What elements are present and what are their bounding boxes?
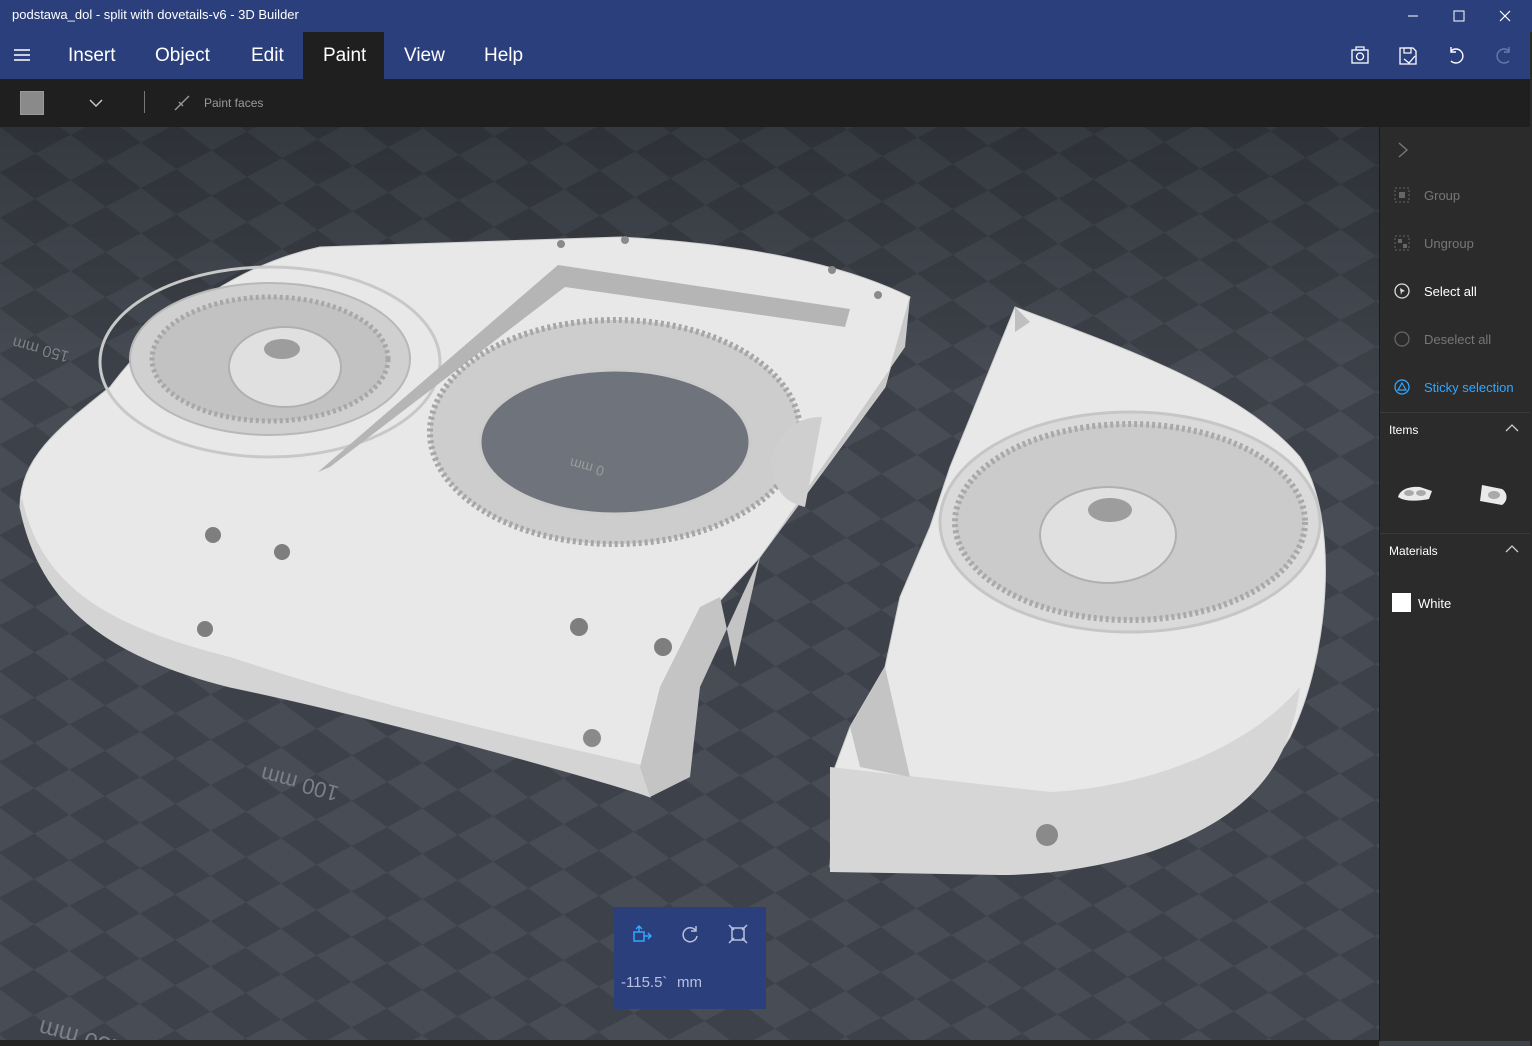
hamburger-menu-icon[interactable] [10, 45, 34, 65]
redo-icon[interactable] [1491, 43, 1517, 69]
item-thumbnail-right-part[interactable] [1472, 479, 1512, 509]
sticky-selection-toggle[interactable]: Sticky selection [1380, 364, 1531, 412]
paint-color-swatch[interactable] [20, 91, 44, 115]
deselect-all-icon [1394, 331, 1410, 347]
camera-snapshot-icon[interactable] [1347, 43, 1373, 69]
material-name: White [1418, 596, 1452, 611]
select-all-button[interactable]: Select all [1380, 268, 1531, 316]
window-title: podstawa_dol - split with dovetails-v6 -… [12, 7, 299, 22]
sticky-selection-label: Sticky selection [1424, 380, 1514, 395]
menu-object[interactable]: Object [135, 32, 230, 79]
chevron-up-icon [1505, 545, 1519, 553]
close-button[interactable] [1482, 0, 1528, 32]
select-all-icon [1394, 283, 1410, 299]
maximize-button[interactable] [1436, 0, 1482, 32]
ungroup-icon [1394, 235, 1410, 251]
group-icon [1394, 187, 1410, 203]
chevron-down-icon[interactable] [88, 95, 104, 111]
deselect-all-button[interactable]: Deselect all [1380, 316, 1531, 364]
transform-value-input[interactable]: -115.5` [621, 974, 667, 991]
paint-brush-icon[interactable] [172, 93, 192, 113]
menu-paint[interactable]: Paint [303, 32, 384, 79]
paint-toolbar: Paint faces [0, 79, 1532, 127]
close-icon [1499, 10, 1511, 22]
ungroup-button[interactable]: Ungroup [1380, 220, 1531, 268]
transform-unit: mm [677, 974, 702, 991]
menu-insert[interactable]: Insert [48, 32, 136, 79]
move-icon[interactable] [631, 923, 653, 945]
select-all-label: Select all [1424, 284, 1477, 299]
chevron-right-icon[interactable] [1396, 141, 1410, 159]
menu-help[interactable]: Help [464, 32, 543, 79]
material-swatch-white[interactable] [1392, 593, 1411, 612]
transform-panel: -115.5` mm [614, 907, 766, 1009]
item-thumbnail-left-part[interactable] [1395, 479, 1435, 509]
items-section-header[interactable]: Items [1380, 412, 1531, 445]
materials-section-header[interactable]: Materials [1380, 533, 1531, 566]
minimize-button[interactable] [1390, 0, 1436, 32]
title-bar: podstawa_dol - split with dovetails-v6 -… [0, 0, 1532, 32]
items-header: Items [1389, 423, 1419, 437]
save-icon[interactable] [1395, 43, 1421, 69]
menu-view[interactable]: View [384, 32, 465, 79]
rotate-icon[interactable] [679, 923, 701, 945]
materials-header: Materials [1389, 544, 1438, 558]
group-label: Group [1424, 188, 1461, 203]
side-panel: Group Ungroup Select all Deselect all St… [1379, 127, 1531, 1041]
paint-faces-button[interactable]: Paint faces [204, 96, 263, 110]
deselect-all-label: Deselect all [1424, 332, 1492, 347]
menu-bar: Insert Object Edit Paint View Help [0, 32, 1532, 79]
chevron-up-icon [1505, 424, 1519, 432]
sticky-selection-icon [1394, 379, 1410, 395]
maximize-icon [1453, 10, 1465, 22]
undo-icon[interactable] [1443, 43, 1469, 69]
scale-icon[interactable] [727, 923, 749, 945]
minimize-icon [1408, 15, 1418, 17]
ungroup-label: Ungroup [1424, 236, 1474, 251]
group-button[interactable]: Group [1380, 172, 1531, 220]
toolbar-divider [144, 91, 145, 113]
bottom-strip [0, 1040, 1379, 1046]
menu-edit[interactable]: Edit [231, 32, 304, 79]
